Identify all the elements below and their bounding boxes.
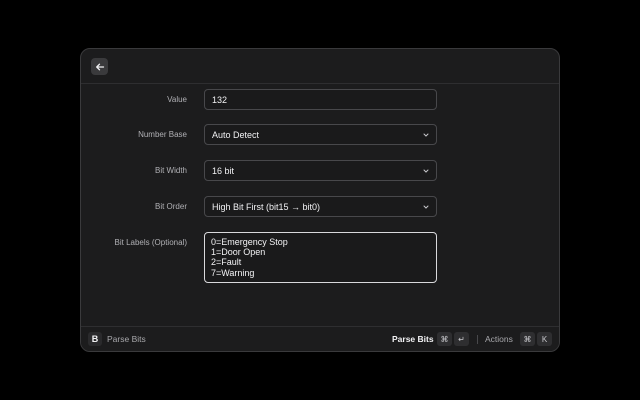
bit-order-select[interactable]: High Bit First (bit15 → bit0) bbox=[204, 196, 437, 217]
parse-bits-window: Value 132 Number Base Auto Detect Bit Wi… bbox=[80, 48, 560, 352]
footer-title: Parse Bits bbox=[107, 334, 146, 344]
arrow-left-icon bbox=[95, 63, 104, 70]
app-icon: B bbox=[88, 332, 102, 346]
actions-button[interactable]: Actions bbox=[485, 334, 513, 344]
chevron-down-icon bbox=[423, 133, 429, 137]
parse-bits-action[interactable]: Parse Bits bbox=[392, 334, 434, 344]
command-key-icon: ⌘ bbox=[437, 332, 452, 346]
bit-width-label: Bit Width bbox=[154, 166, 187, 175]
chevron-down-icon bbox=[423, 169, 429, 173]
divider bbox=[477, 335, 478, 344]
value-input-text: 132 bbox=[212, 94, 228, 105]
top-bar bbox=[81, 49, 559, 84]
chevron-down-icon bbox=[423, 205, 429, 209]
bit-width-select[interactable]: 16 bit bbox=[204, 160, 437, 181]
number-base-value: Auto Detect bbox=[212, 129, 260, 140]
bit-labels-label: Bit Labels (Optional) bbox=[114, 238, 187, 247]
value-input[interactable]: 132 bbox=[204, 89, 437, 110]
action-bar: B Parse Bits Parse Bits ⌘ ↵ Actions ⌘ K bbox=[81, 326, 559, 351]
back-button[interactable] bbox=[91, 58, 108, 75]
bit-order-value: High Bit First (bit15 → bit0) bbox=[212, 201, 321, 212]
value-label: Value bbox=[167, 95, 187, 104]
return-key-icon: ↵ bbox=[454, 332, 469, 346]
bit-labels-textarea[interactable]: 0=Emergency Stop 1=Door Open 2=Fault 7=W… bbox=[204, 232, 437, 283]
number-base-label: Number Base bbox=[138, 130, 187, 139]
bit-order-label: Bit Order bbox=[154, 202, 187, 211]
command-key-icon: ⌘ bbox=[520, 332, 535, 346]
number-base-select[interactable]: Auto Detect bbox=[204, 124, 437, 145]
k-key-icon: K bbox=[537, 332, 552, 346]
bit-width-value: 16 bit bbox=[212, 165, 235, 176]
